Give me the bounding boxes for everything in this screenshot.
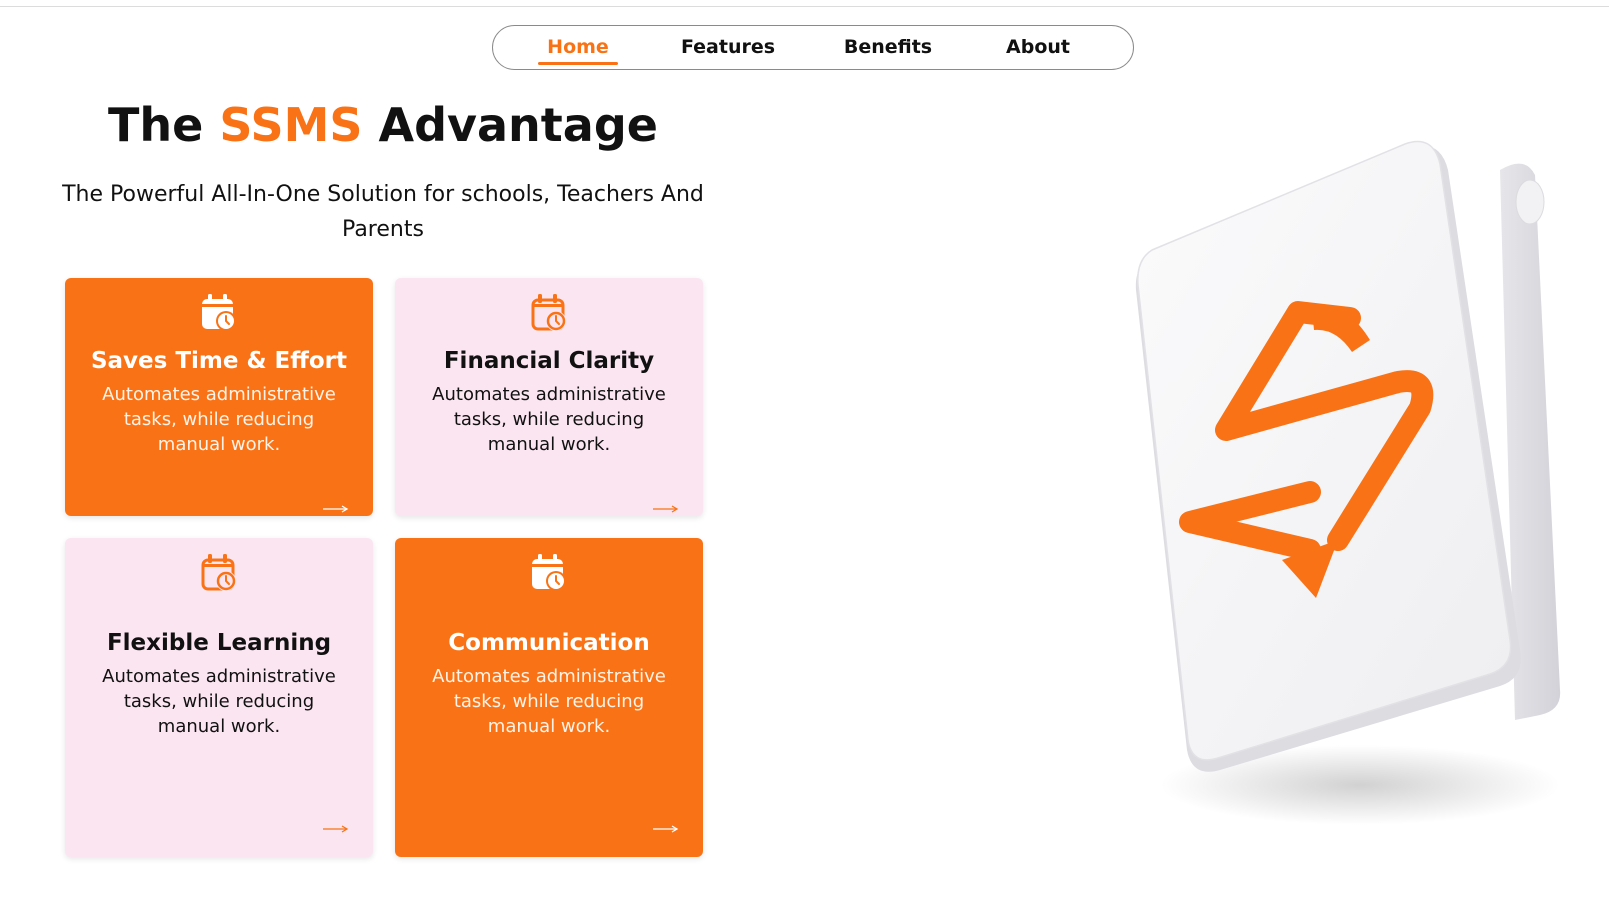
card-title: Communication	[448, 630, 650, 656]
calendar-clock-icon	[201, 554, 236, 591]
page-title: The SSMS Advantage	[50, 98, 716, 152]
nav-benefits[interactable]: Benefits	[843, 36, 933, 58]
arrow-right-icon[interactable]	[653, 824, 679, 834]
feature-card-flexible-learning[interactable]: Flexible Learning Automates administrati…	[65, 538, 373, 857]
calendar-clock-icon	[531, 294, 566, 331]
tablet-image	[1135, 140, 1561, 825]
device-illustration	[1130, 130, 1564, 860]
title-accent: SSMS	[219, 98, 363, 152]
title-suffix: Advantage	[362, 98, 658, 152]
card-description: Automates administrative tasks, while re…	[102, 384, 336, 455]
title-prefix: The	[108, 98, 220, 152]
feature-card-financial-clarity[interactable]: Financial Clarity Automates administrati…	[395, 278, 703, 516]
nav-home[interactable]: Home	[538, 36, 618, 58]
arrow-right-icon[interactable]	[323, 504, 349, 514]
card-title: Flexible Learning	[106, 630, 332, 656]
feature-card-saves-time[interactable]: Saves Time & Effort Automates administra…	[65, 278, 373, 516]
arrow-right-icon[interactable]	[323, 824, 349, 834]
arrow-right-icon[interactable]	[653, 504, 679, 514]
card-description: Automates administrative tasks, while re…	[102, 666, 336, 737]
page-subtitle: The Powerful All-In-One Solution for sch…	[62, 182, 704, 242]
calendar-clock-icon	[532, 554, 566, 591]
nav-active-underline	[538, 62, 618, 65]
card-description: Automates administrative tasks, while re…	[432, 384, 666, 455]
card-title: Saves Time & Effort	[90, 348, 348, 374]
card-description: Automates administrative tasks, while re…	[432, 666, 666, 737]
card-title: Financial Clarity	[443, 348, 655, 374]
nav-about[interactable]: About	[998, 36, 1078, 58]
main-nav: Home Features Benefits About	[492, 25, 1134, 70]
calendar-clock-icon	[202, 294, 236, 331]
nav-features[interactable]: Features	[678, 36, 778, 58]
top-divider	[0, 6, 1609, 7]
feature-card-communication[interactable]: Communication Automates administrative t…	[395, 538, 703, 857]
